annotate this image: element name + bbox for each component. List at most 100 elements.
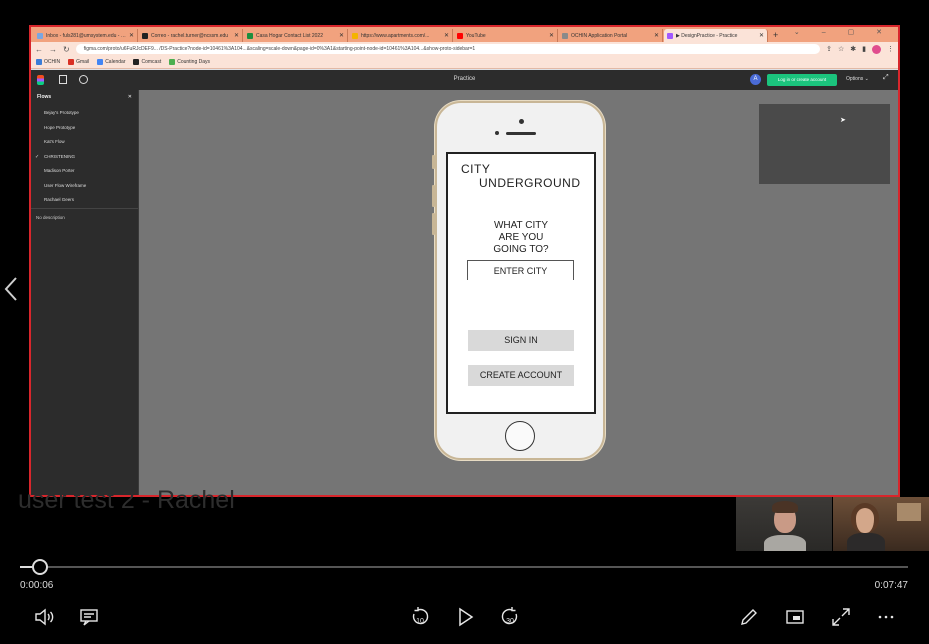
flows-list: Bejay's Prototype Hope Prototype Kat's Flo…: [31, 104, 138, 209]
browser-tab[interactable]: Inbox - fuls281@umsystem.edu - Lit ✕: [34, 29, 138, 42]
bookmark-item[interactable]: Counting Days: [169, 59, 210, 65]
browser-tab[interactable]: Casa Hogar Contact List 2022 ✕: [244, 29, 348, 42]
tab-label: ▶ DesignPractice - Practice: [676, 32, 738, 39]
tab-label: YouTube: [466, 32, 486, 39]
bookmark-icon: [68, 59, 75, 65]
bookmark-star-icon[interactable]: ☆: [838, 45, 844, 53]
browser-tab[interactable]: https://www.apartments.com/... ✕: [349, 29, 453, 42]
flow-item[interactable]: Bejay's Prototype: [31, 106, 138, 121]
bookmark-item[interactable]: OCHIN: [36, 59, 60, 65]
new-tab-button[interactable]: +: [773, 29, 778, 42]
fullscreen-icon: [832, 608, 850, 626]
tab-close-icon[interactable]: ✕: [444, 32, 449, 39]
bookmark-label: Gmail: [76, 59, 90, 65]
flow-item[interactable]: ✓ CHRISTENING: [31, 150, 138, 165]
extensions-icon[interactable]: ✱: [850, 45, 856, 53]
volume-icon: [35, 608, 54, 626]
reload-icon[interactable]: ↻: [63, 45, 70, 54]
flow-item[interactable]: Madison Porter: [31, 164, 138, 179]
skip-back-button[interactable]: 10: [407, 604, 433, 630]
tab-label: Correo - rachel.turner@ncssm.edu: [151, 32, 229, 39]
more-options-button[interactable]: [873, 604, 899, 630]
expand-icon[interactable]: ⤢: [883, 74, 889, 82]
login-button[interactable]: Log in or create account: [767, 74, 837, 86]
skip-forward-button[interactable]: 30: [497, 604, 523, 630]
tab-label: Inbox - fuls281@umsystem.edu - Lit: [46, 32, 126, 39]
browser-menu-icon[interactable]: ⋮: [887, 45, 894, 53]
browser-tab[interactable]: Correo - rachel.turner@ncssm.edu ✕: [139, 29, 243, 42]
bookmark-label: Counting Days: [177, 59, 211, 65]
user-avatar[interactable]: A: [750, 74, 761, 85]
previous-arrow-icon[interactable]: [4, 276, 18, 302]
browser-tab[interactable]: YouTube ✕: [454, 29, 558, 42]
bookmark-icon: [97, 59, 104, 65]
url-field[interactable]: figma.com/proto/u6FuRJcDEF9... /DS-Pract…: [75, 44, 821, 54]
tab-close-icon[interactable]: ✕: [654, 32, 659, 39]
sidepanel-icon[interactable]: ▮: [862, 45, 866, 53]
flow-label: Bejay's Prototype: [44, 110, 79, 115]
iphone-frame: CITY UNDERGROUND WHAT CITY ARE YOU GOING…: [432, 101, 605, 460]
tab-close-icon[interactable]: ✕: [549, 32, 554, 39]
captions-button[interactable]: [76, 604, 102, 630]
phone-volume-up: [432, 185, 435, 207]
back-icon[interactable]: ←: [35, 45, 43, 54]
browser-tab[interactable]: OCHIN Application Portal ✕: [559, 29, 663, 42]
close-icon[interactable]: ✕: [128, 94, 132, 100]
tab-favicon-icon: [37, 32, 43, 39]
more-icon: [878, 615, 894, 619]
options-menu[interactable]: Options ⌄: [846, 76, 869, 82]
tab-favicon-icon: [667, 32, 673, 39]
video-player: Inbox - fuls281@umsystem.edu - Lit ✕ Corre…: [0, 0, 929, 644]
pen-icon: [741, 609, 757, 625]
browser-tab[interactable]: ▶ DesignPractice - Practice ✕: [664, 29, 768, 42]
window-controls[interactable]: ⌄ – ▢ ✕: [794, 28, 892, 36]
flow-label: Madison Porter: [44, 168, 75, 173]
bookmark-icon: [169, 59, 176, 65]
skip-back-label: 10: [416, 618, 424, 625]
flow-item[interactable]: Hope Prototype: [31, 121, 138, 136]
seek-bar-track[interactable]: [20, 566, 908, 568]
tab-close-icon[interactable]: ✕: [234, 32, 239, 39]
tab-close-icon[interactable]: ✕: [759, 32, 764, 39]
tab-favicon-icon: [457, 32, 463, 39]
create-account-button[interactable]: CREATE ACCOUNT: [468, 365, 574, 386]
seek-bar-thumb[interactable]: [32, 559, 48, 575]
bookmark-label: Calendar: [105, 59, 126, 65]
participant-video-1: [736, 497, 832, 551]
flow-label: CHRISTENING: [44, 153, 76, 159]
minimap[interactable]: ➤: [759, 104, 890, 184]
city-input[interactable]: ENTER CITY: [467, 260, 574, 280]
share-icon[interactable]: ⇪: [826, 45, 832, 53]
phone-mute-switch: [432, 155, 435, 169]
bookmark-label: Comcast: [141, 59, 162, 65]
annotate-button[interactable]: [736, 604, 762, 630]
tab-favicon-icon: [352, 32, 358, 39]
captions-icon: [80, 609, 98, 626]
flow-item[interactable]: Kat's Flow: [31, 135, 138, 150]
play-button[interactable]: [452, 604, 478, 630]
flows-heading: Flows: [37, 94, 52, 100]
bookmark-item[interactable]: Comcast: [133, 59, 161, 65]
forward-icon[interactable]: →: [49, 45, 57, 54]
bookmark-item[interactable]: Gmail: [68, 59, 89, 65]
flow-item[interactable]: Rachael Geers: [31, 193, 138, 208]
tab-close-icon[interactable]: ✕: [129, 32, 134, 39]
tab-close-icon[interactable]: ✕: [339, 32, 344, 39]
phone-sensor-icon: [495, 131, 499, 135]
flow-item[interactable]: User Flow Wireframe: [31, 179, 138, 194]
browser-tab-bar: Inbox - fuls281@umsystem.edu - Lit ✕ Corre…: [31, 27, 898, 42]
app-title-line-2: UNDERGROUND: [479, 176, 581, 190]
shared-screen: Inbox - fuls281@umsystem.edu - Lit ✕ Corre…: [29, 25, 900, 497]
fullscreen-button[interactable]: [828, 604, 854, 630]
profile-avatar[interactable]: [872, 44, 881, 54]
mini-player-button[interactable]: [782, 604, 808, 630]
volume-button[interactable]: [31, 604, 57, 630]
play-icon: [459, 607, 474, 627]
participant-video-2: [833, 497, 929, 551]
sign-in-button[interactable]: SIGN IN: [468, 330, 574, 351]
figma-prototype-viewer: Practice A Log in or create account Opti…: [31, 70, 898, 495]
figma-toolbar: Practice A Log in or create account Opti…: [31, 70, 898, 90]
skip-forward-icon: 30: [501, 607, 518, 625]
total-duration: 0:07:47: [874, 580, 908, 591]
bookmark-item[interactable]: Calendar: [97, 59, 125, 65]
